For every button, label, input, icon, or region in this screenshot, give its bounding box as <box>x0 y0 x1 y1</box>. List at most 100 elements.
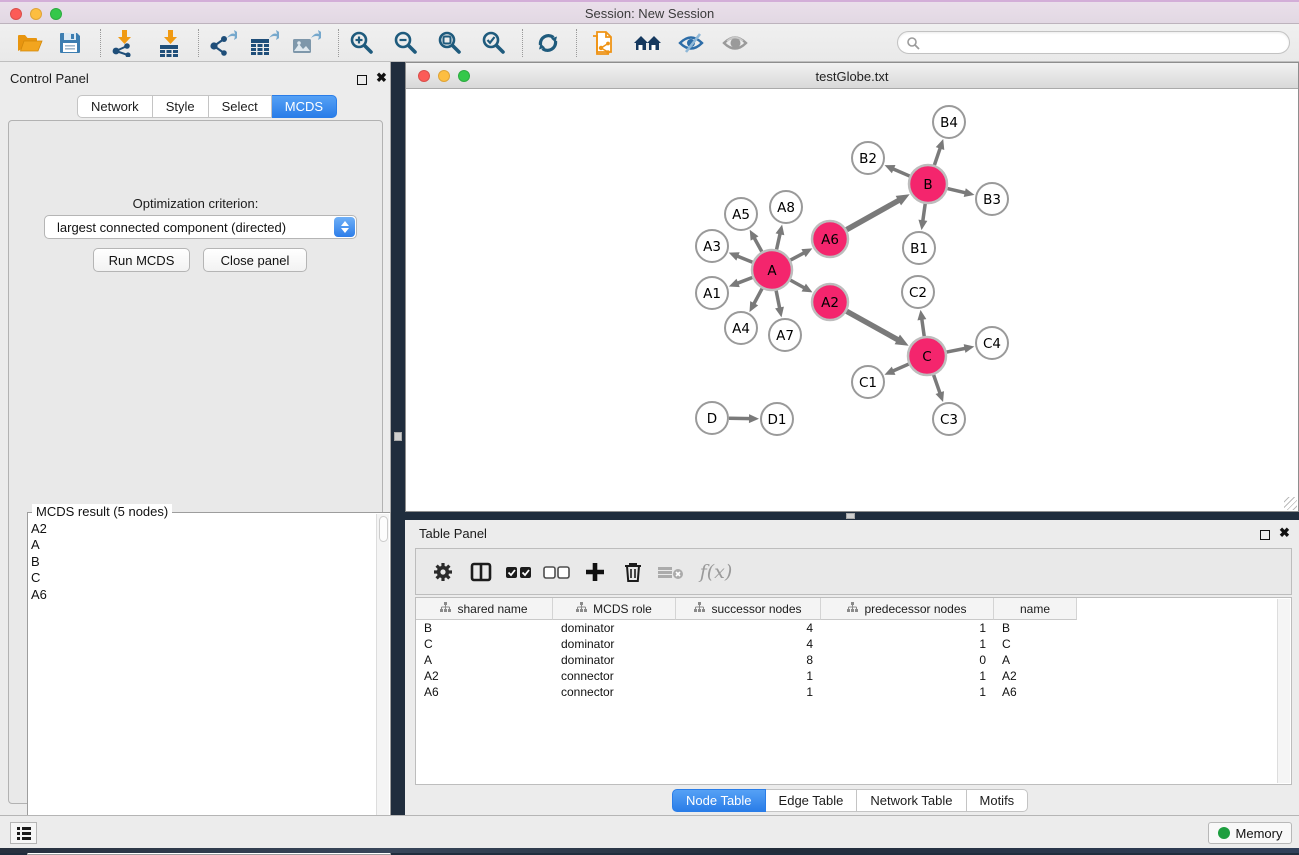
refresh-layout-icon[interactable] <box>532 28 564 58</box>
search-field[interactable] <box>897 31 1290 54</box>
float-table-panel-icon[interactable] <box>1260 527 1270 545</box>
table-cell: B <box>994 621 1077 635</box>
select-all-checkboxes-icon[interactable] <box>500 553 538 591</box>
edge-B-B3[interactable] <box>947 189 966 194</box>
deselect-all-checkboxes-icon[interactable] <box>538 553 576 591</box>
edge-A-A4[interactable] <box>753 289 762 306</box>
table-row[interactable]: A6connector11A6 <box>416 684 1291 700</box>
node-attribute-icon <box>440 602 451 616</box>
table-cell: A2 <box>416 669 553 683</box>
result-item: C <box>31 570 47 586</box>
tab-edge-table[interactable]: Edge Table <box>766 789 858 812</box>
tab-motifs[interactable]: Motifs <box>967 789 1029 812</box>
edge-A-A6[interactable] <box>791 252 806 260</box>
table-row[interactable]: A2connector11A2 <box>416 668 1291 684</box>
export-image-icon[interactable] <box>290 28 322 58</box>
table-cell: A <box>416 653 553 667</box>
network-window-titlebar[interactable]: testGlobe.txt <box>406 63 1298 89</box>
result-scrollbar[interactable] <box>376 514 389 853</box>
edge-B-B2[interactable] <box>892 168 910 176</box>
table-options-gear-icon[interactable] <box>424 553 462 591</box>
result-item: B <box>31 554 47 570</box>
edge-A-A1[interactable] <box>736 278 752 284</box>
task-history-button[interactable] <box>10 822 37 844</box>
import-network-icon[interactable] <box>108 28 140 58</box>
toolbar-separator <box>522 29 523 57</box>
edge-C-C2[interactable] <box>922 318 925 336</box>
table-cell: C <box>994 637 1077 651</box>
float-panel-icon[interactable] <box>357 72 367 90</box>
result-item: A2 <box>31 521 47 537</box>
window-resize-grip[interactable] <box>1284 497 1297 510</box>
result-item: A6 <box>31 587 47 603</box>
control-panel-tabs: NetworkStyleSelectMCDS <box>77 95 337 118</box>
edge-A-A8[interactable] <box>777 232 781 249</box>
network-canvas[interactable]: B4B2BB3A5A8A6B1A3AA1C2A2A4A7C4CC1C3DD1 <box>407 90 1298 511</box>
close-panel-icon[interactable]: ✖ <box>376 73 387 83</box>
node-label: C1 <box>859 375 877 391</box>
open-folder-icon[interactable] <box>14 28 46 58</box>
arrowhead-icon <box>936 139 945 150</box>
delete-column-trash-icon[interactable] <box>614 553 652 591</box>
run-mcds-button[interactable]: Run MCDS <box>93 248 190 272</box>
zoom-fit-icon[interactable] <box>434 28 466 58</box>
app-titlebar: Session: New Session <box>0 0 1299 24</box>
table-row[interactable]: Adominator80A <box>416 652 1291 668</box>
node-label: B1 <box>910 241 928 257</box>
column-header-shared-name[interactable]: shared name <box>416 598 553 620</box>
node-label: A6 <box>821 232 839 248</box>
edge-A2-C[interactable] <box>847 311 899 340</box>
table-scrollbar[interactable] <box>1277 599 1290 783</box>
column-header-successor-nodes[interactable]: successor nodes <box>676 598 821 620</box>
tab-node-table[interactable]: Node Table <box>672 789 766 812</box>
save-session-icon[interactable] <box>54 28 86 58</box>
status-bar: Memory <box>0 815 1299 848</box>
edge-A-A2[interactable] <box>790 280 805 288</box>
network-view-window: testGlobe.txt B4B2BB3A5A8A6B1A3AA1C2A2A4… <box>405 62 1299 512</box>
edge-B-B1[interactable] <box>923 204 926 222</box>
column-header-MCDS-role[interactable]: MCDS role <box>553 598 676 620</box>
node-attribute-icon <box>694 602 705 616</box>
table-row[interactable]: Bdominator41B <box>416 620 1291 636</box>
column-header-predecessor-nodes[interactable]: predecessor nodes <box>821 598 994 620</box>
horizontal-splitter-handle[interactable] <box>846 513 855 519</box>
zoom-out-icon[interactable] <box>390 28 422 58</box>
edge-A-A7[interactable] <box>776 291 780 310</box>
column-header-name[interactable]: name <box>994 598 1077 620</box>
zoom-selected-icon[interactable] <box>478 28 510 58</box>
memory-button[interactable]: Memory <box>1208 822 1292 844</box>
edge-C-C3[interactable] <box>934 375 941 395</box>
delete-table-icon <box>652 553 690 591</box>
edge-B-B4[interactable] <box>934 147 940 165</box>
show-all-icon[interactable] <box>720 28 752 58</box>
show-column-icon[interactable] <box>462 553 500 591</box>
import-table-icon[interactable] <box>154 28 186 58</box>
tab-style[interactable]: Style <box>153 95 209 118</box>
edge-A-A3[interactable] <box>736 256 752 263</box>
home-layout-icon[interactable] <box>632 28 664 58</box>
export-network-icon[interactable] <box>206 28 238 58</box>
app-title: Session: New Session <box>0 6 1299 21</box>
edge-C-C1[interactable] <box>892 364 909 371</box>
edge-A-A5[interactable] <box>754 237 762 252</box>
tab-network[interactable]: Network <box>77 95 153 118</box>
tab-select[interactable]: Select <box>209 95 272 118</box>
close-panel-button[interactable]: Close panel <box>203 248 307 272</box>
edge-C-C4[interactable] <box>947 348 967 352</box>
tab-mcds[interactable]: MCDS <box>272 95 337 118</box>
vertical-splitter-handle[interactable] <box>394 432 402 441</box>
hide-selected-icon[interactable] <box>676 28 708 58</box>
export-table-icon[interactable] <box>248 28 280 58</box>
new-network-from-selection-icon[interactable] <box>588 28 620 58</box>
add-column-icon[interactable] <box>576 553 614 591</box>
close-table-panel-icon[interactable]: ✖ <box>1279 528 1290 538</box>
table-row[interactable]: Cdominator41C <box>416 636 1291 652</box>
zoom-in-icon[interactable] <box>346 28 378 58</box>
edge-A6-B[interactable] <box>847 200 901 230</box>
arrowhead-icon <box>918 220 927 231</box>
tab-network-table[interactable]: Network Table <box>857 789 966 812</box>
node-label: A3 <box>703 239 721 255</box>
search-input[interactable] <box>920 34 1289 52</box>
optimization-criterion-dropdown[interactable]: largest connected component (directed) <box>44 215 357 239</box>
mcds-result-title: MCDS result (5 nodes) <box>32 504 172 519</box>
